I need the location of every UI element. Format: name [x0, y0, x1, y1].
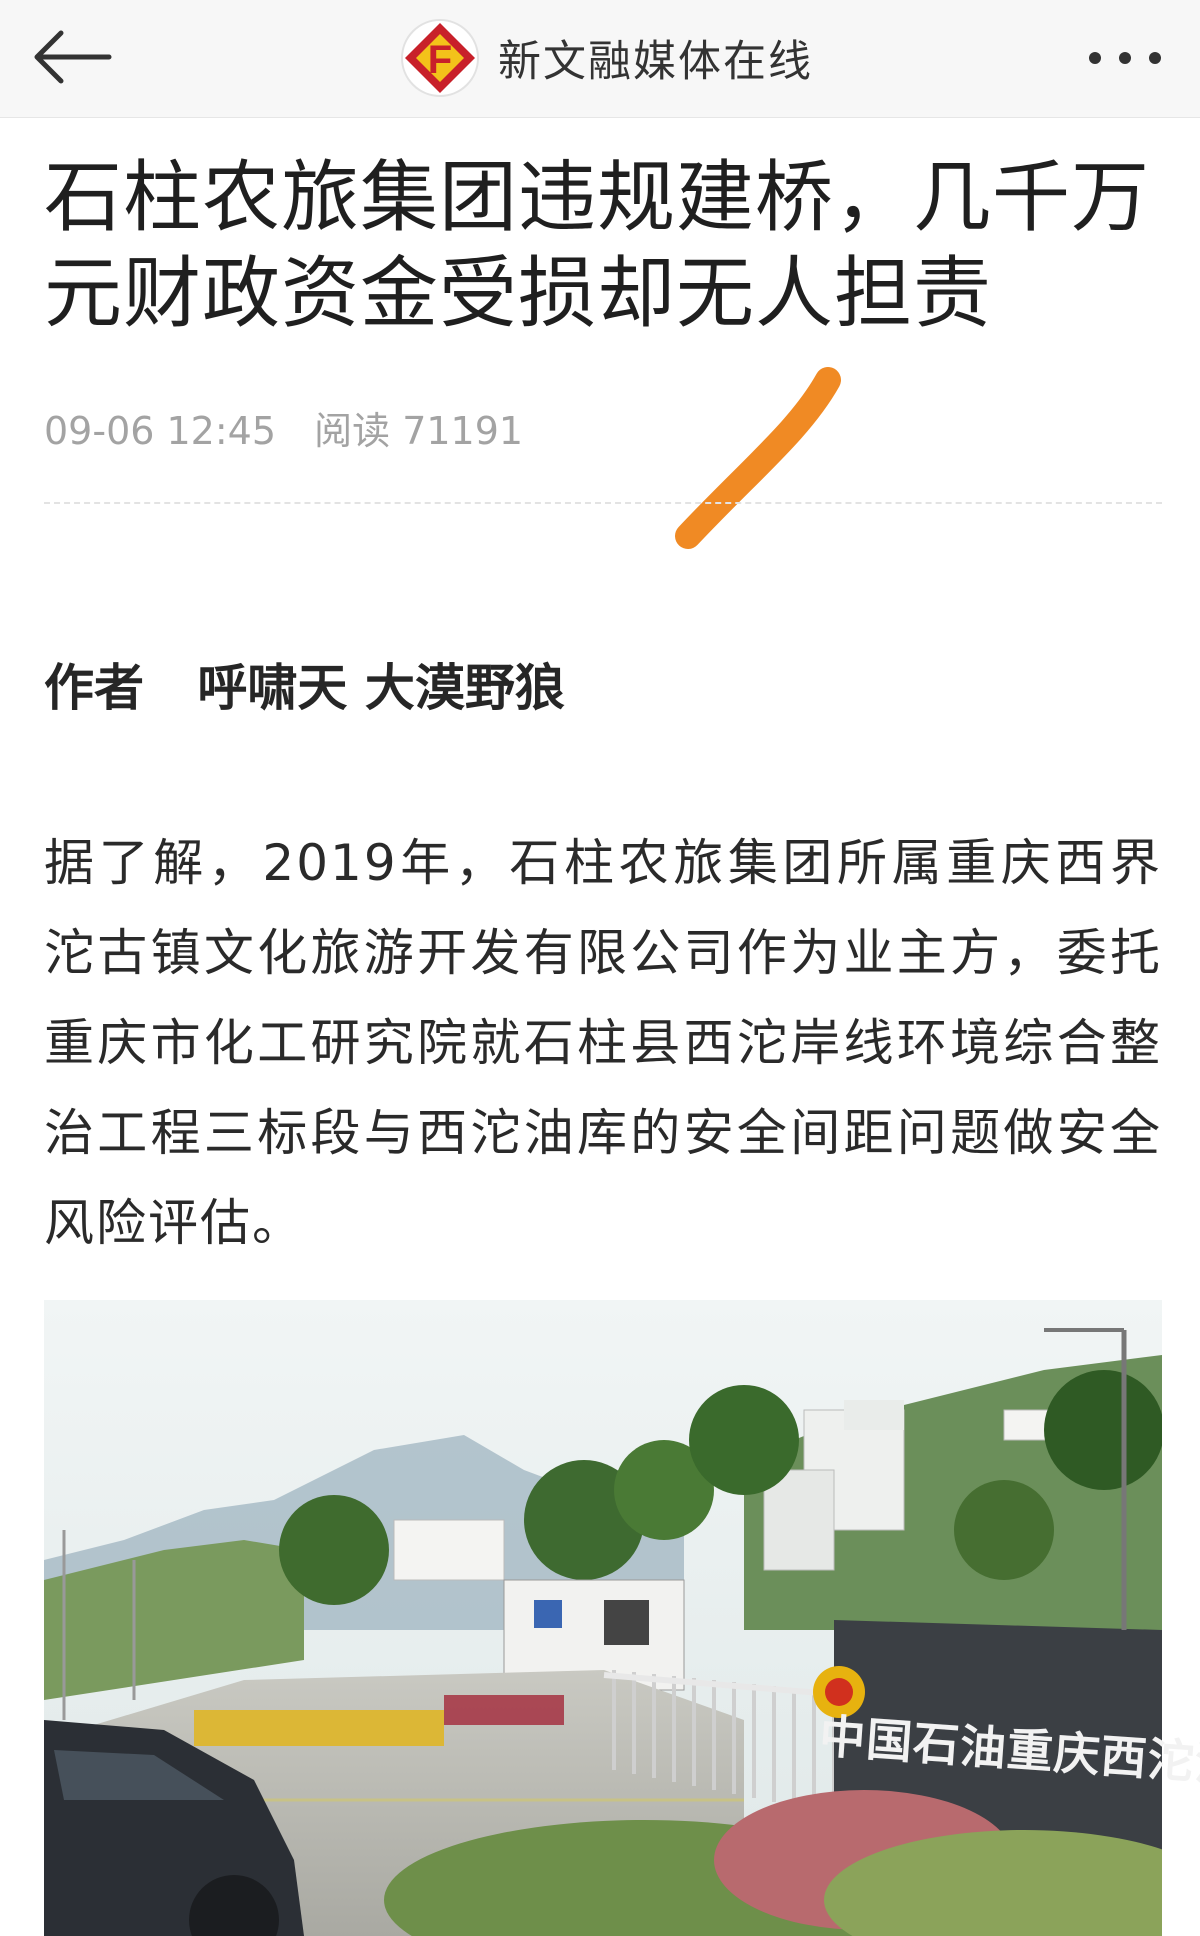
publish-date: 09-06 12:45 [44, 409, 277, 453]
author-line: 作者 呼啸天 大漠野狼 [44, 648, 565, 720]
logo-letter: F [428, 38, 452, 82]
source-logo-icon: F [400, 18, 480, 98]
orange-scribble-mark [675, 367, 841, 549]
top-navigation-bar: F 新文融媒体在线 [0, 0, 1200, 118]
divider [44, 502, 1162, 504]
more-options-button[interactable] [1080, 20, 1170, 100]
article-title: 石柱农旅集团违规建桥，几千万元财政资金受损却无人担责 [44, 153, 1151, 339]
photo-scene [44, 1300, 1162, 1936]
article-paragraph: 据了解，2019年，石柱农旅集团所属重庆西界沱古镇文化旅游开发有限公司作为业主方… [44, 834, 1162, 1252]
source-name: 新文融媒体在线 [498, 37, 813, 87]
source-brand[interactable]: F 新文融媒体在线 [400, 10, 813, 106]
read-count: 阅读 71191 [314, 409, 524, 453]
back-button[interactable] [26, 14, 116, 104]
author-names: 呼啸天 大漠野狼 [197, 659, 565, 717]
more-dots-icon [1085, 48, 1165, 72]
arrow-left-icon [29, 27, 113, 91]
author-label: 作者 [44, 659, 144, 717]
article-photo[interactable] [44, 1300, 1162, 1936]
article-meta: 09-06 12:45 阅读 71191 [44, 400, 523, 455]
